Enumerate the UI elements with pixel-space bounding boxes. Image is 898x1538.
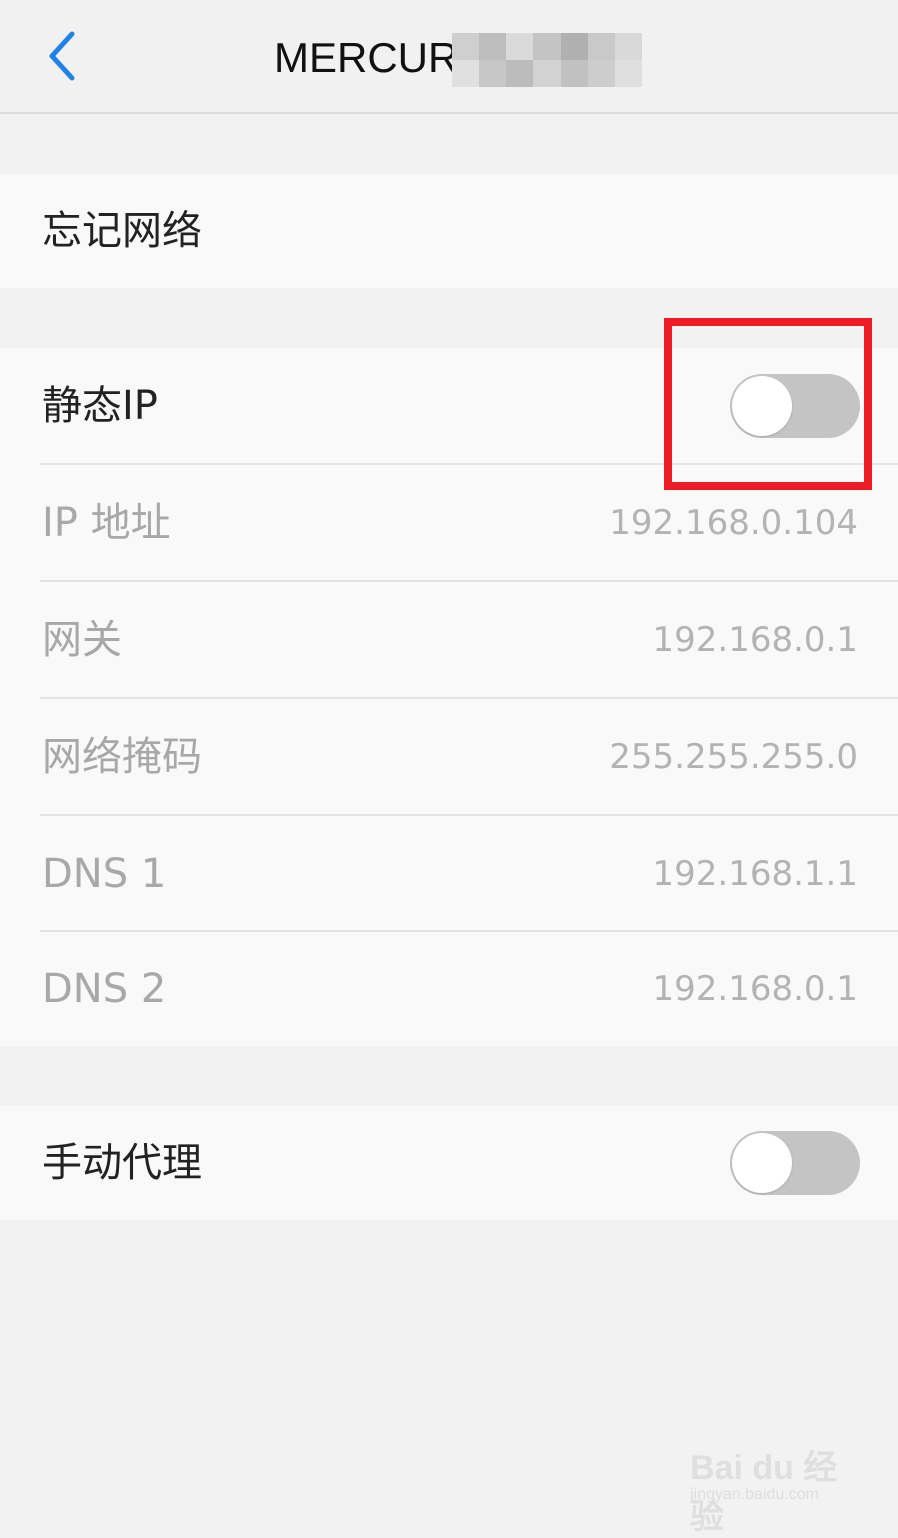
chevron-left-icon [49,31,75,81]
redacted-mosaic [452,33,642,87]
dns2-row: DNS 2 192.168.0.1 [0,932,898,1046]
highlight-box [664,318,872,490]
dns1-value: 192.168.1.1 [652,854,858,894]
dns1-label: DNS 1 [42,851,167,897]
toggle-knob [732,1133,792,1193]
back-button[interactable] [40,28,88,84]
gateway-value: 192.168.0.1 [652,620,858,660]
netmask-row: 网络掩码 255.255.255.0 [0,699,898,815]
ip-address-label: IP 地址 [42,500,171,546]
nav-bar: MERCUR [0,0,898,114]
watermark-sub: jingyan.baidu.com [690,1486,819,1503]
manual-proxy-row: 手动代理 [0,1106,898,1220]
dns2-label: DNS 2 [42,966,167,1012]
forget-network-label: 忘记网络 [42,208,202,254]
gateway-row: 网关 192.168.0.1 [0,582,898,698]
proxy-group: 手动代理 [0,1106,898,1220]
forget-network-row[interactable]: 忘记网络 [0,174,898,288]
netmask-value: 255.255.255.0 [609,737,858,777]
dns2-value: 192.168.0.1 [652,969,858,1009]
manual-proxy-label: 手动代理 [42,1140,202,1186]
gateway-label: 网关 [42,617,122,663]
netmask-label: 网络掩码 [42,734,202,780]
forget-network-group: 忘记网络 [0,174,898,288]
dns1-row: DNS 1 192.168.1.1 [0,816,898,932]
title-container: MERCUR [274,30,458,86]
manual-proxy-toggle[interactable] [730,1131,860,1195]
static-ip-label: 静态IP [42,383,158,429]
baidu-jingyan-watermark: Bai du 经验 jingyan.baidu.com [690,1440,860,1536]
page-title: MERCUR [274,34,459,81]
